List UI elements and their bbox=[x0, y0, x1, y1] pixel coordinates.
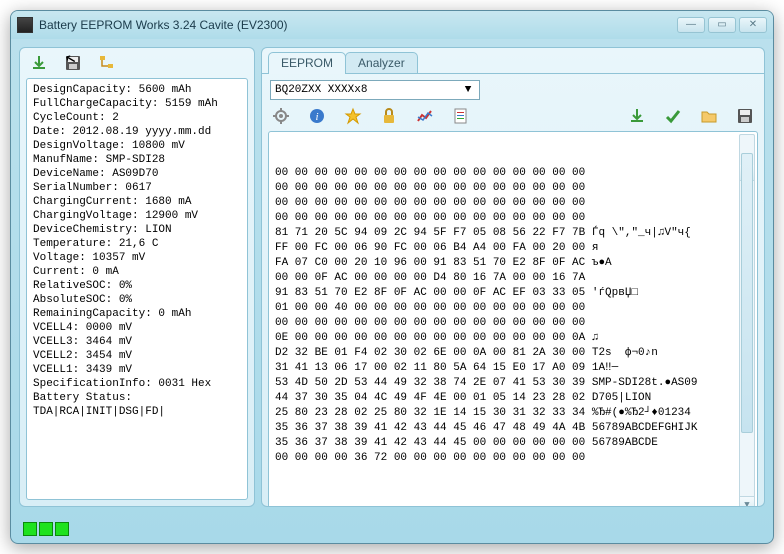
star-icon[interactable] bbox=[342, 105, 364, 127]
info-icon[interactable]: i bbox=[306, 105, 328, 127]
chip-select-dropdown[interactable]: BQ20ZXX XXXXx8 ▼ bbox=[270, 80, 480, 100]
window-title: Battery EEPROM Works 3.24 Cavite (EV2300… bbox=[39, 18, 674, 32]
save-icon[interactable] bbox=[62, 52, 84, 74]
download-icon[interactable] bbox=[626, 105, 648, 127]
open-icon[interactable] bbox=[698, 105, 720, 127]
status-led bbox=[23, 522, 37, 536]
status-led bbox=[55, 522, 69, 536]
app-icon bbox=[17, 17, 33, 33]
scroll-thumb[interactable] bbox=[741, 153, 753, 433]
hex-content: 00 00 00 00 00 00 00 00 00 00 00 00 00 0… bbox=[275, 166, 751, 466]
download-icon[interactable] bbox=[28, 52, 50, 74]
titlebar: Battery EEPROM Works 3.24 Cavite (EV2300… bbox=[11, 11, 773, 39]
chevron-down-icon: ▼ bbox=[461, 84, 475, 96]
lock-icon[interactable] bbox=[378, 105, 400, 127]
tab-analyzer[interactable]: Analyzer bbox=[345, 52, 418, 74]
app-window: Battery EEPROM Works 3.24 Cavite (EV2300… bbox=[10, 10, 774, 544]
chart-icon[interactable] bbox=[414, 105, 436, 127]
tab-body: BQ20ZXX XXXXx8 ▼ i bbox=[262, 73, 764, 507]
minimize-button[interactable]: — bbox=[677, 17, 705, 33]
svg-text:i: i bbox=[315, 111, 318, 123]
save-icon[interactable] bbox=[734, 105, 756, 127]
close-button[interactable]: ✕ bbox=[739, 17, 767, 33]
info-panel: DesignCapacity: 5600 mAh FullChargeCapac… bbox=[19, 47, 255, 507]
check-icon[interactable] bbox=[662, 105, 684, 127]
maximize-button[interactable]: ▭ bbox=[708, 17, 736, 33]
battery-info: DesignCapacity: 5600 mAh FullChargeCapac… bbox=[26, 78, 248, 500]
right-toolbar: i bbox=[262, 102, 764, 131]
window-controls: — ▭ ✕ bbox=[674, 17, 767, 33]
gear-icon[interactable] bbox=[270, 105, 292, 127]
status-led bbox=[39, 522, 53, 536]
document-icon[interactable] bbox=[450, 105, 472, 127]
tree-icon[interactable] bbox=[96, 52, 118, 74]
tab-eeprom[interactable]: EEPROM bbox=[268, 52, 346, 74]
statusbar bbox=[19, 519, 765, 539]
scroll-down-arrow[interactable]: ▼ bbox=[740, 496, 754, 507]
vertical-scrollbar[interactable]: ▲ ▼ bbox=[739, 134, 755, 507]
hex-panel: EEPROM Analyzer BQ20ZXX XXXXx8 ▼ i bbox=[261, 47, 765, 507]
tab-strip: EEPROM Analyzer bbox=[262, 48, 764, 74]
left-toolbar bbox=[20, 48, 254, 78]
hex-view[interactable]: 00 00 00 00 00 00 00 00 00 00 00 00 00 0… bbox=[268, 131, 758, 507]
dropdown-value: BQ20ZXX XXXXx8 bbox=[275, 84, 367, 96]
client-area: DesignCapacity: 5600 mAh FullChargeCapac… bbox=[11, 39, 773, 543]
